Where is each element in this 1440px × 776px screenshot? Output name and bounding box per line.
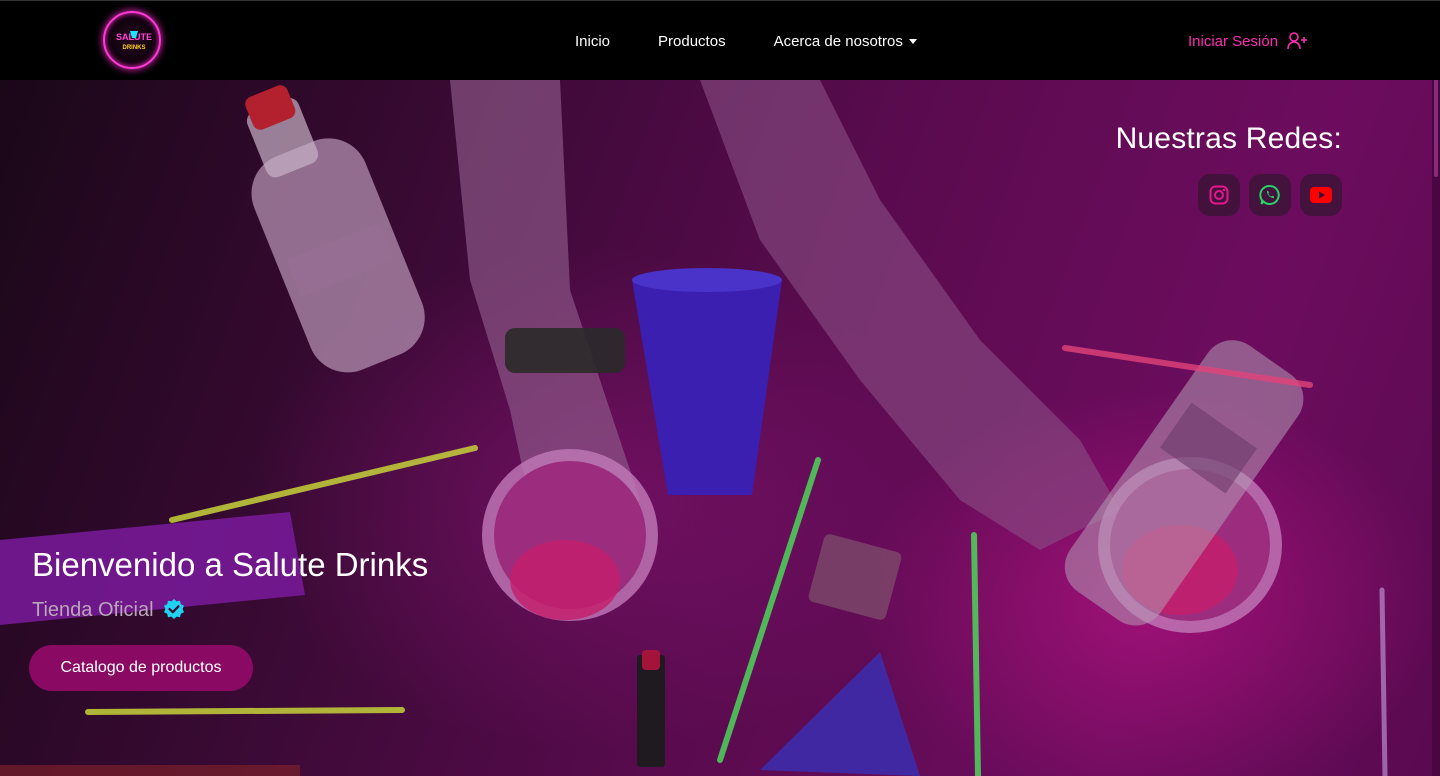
caret-down-icon <box>908 39 917 44</box>
hero-subtitle: Tienda Oficial <box>32 598 186 622</box>
instagram-icon <box>1209 185 1229 205</box>
hero-section: Nuestras Redes: Bienvenido a Salute Drin… <box>0 80 1432 776</box>
nav-link-inicio[interactable]: Inicio <box>575 33 610 50</box>
hero-subtitle-text: Tienda Oficial <box>32 598 154 621</box>
hero-title: Bienvenido a Salute Drinks <box>32 546 429 583</box>
logo-text-bottom: DRINKS <box>122 45 145 51</box>
whatsapp-icon <box>1259 184 1280 205</box>
top-navbar: SALUTE DRINKS Inicio Productos Acerca de… <box>0 0 1440 80</box>
youtube-icon <box>1310 187 1332 203</box>
nav-link-label: Productos <box>658 32 726 50</box>
brand-logo[interactable]: SALUTE DRINKS <box>103 11 161 69</box>
nav-link-label: Acerca de nosotros <box>773 32 903 50</box>
youtube-button[interactable] <box>1300 174 1342 216</box>
logo-graphic: SALUTE DRINKS <box>116 31 152 51</box>
nav-link-label: Inicio <box>575 32 611 50</box>
login-link[interactable]: Iniciar Sesión <box>1188 1 1309 81</box>
verified-badge-icon <box>163 599 184 619</box>
socials-title: Nuestras Redes: <box>1115 122 1342 155</box>
whatsapp-button[interactable] <box>1249 174 1291 216</box>
user-plus-icon <box>1287 32 1308 50</box>
catalog-button[interactable]: Catalogo de productos <box>29 645 253 691</box>
instagram-button[interactable] <box>1198 174 1240 216</box>
login-label: Iniciar Sesión <box>1188 32 1279 50</box>
main-nav: Inicio Productos Acerca de nosotros <box>575 1 965 81</box>
nav-link-productos[interactable]: Productos <box>658 33 726 50</box>
nav-dropdown-acerca[interactable]: Acerca de nosotros <box>774 33 917 50</box>
social-links <box>1198 174 1351 216</box>
